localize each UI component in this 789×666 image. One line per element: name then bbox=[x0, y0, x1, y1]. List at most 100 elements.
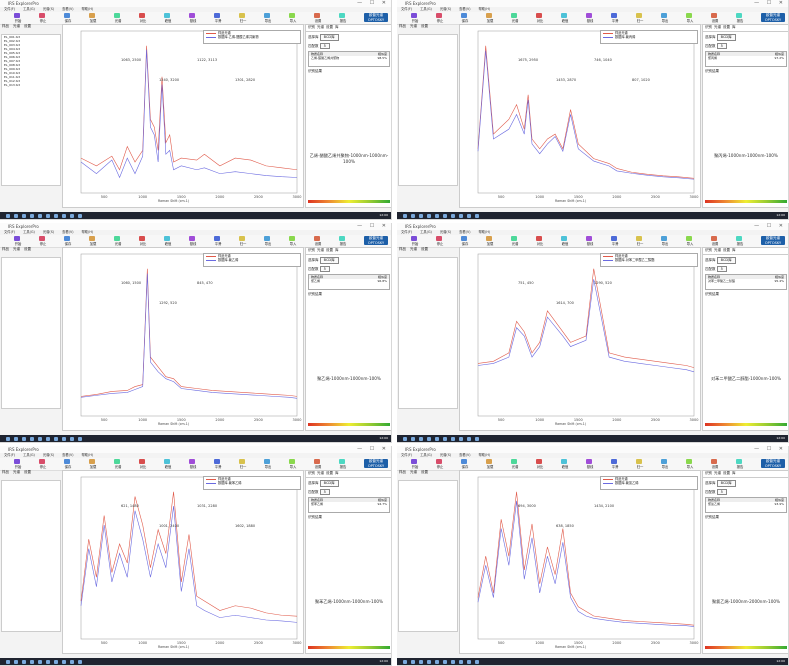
toolbar-button-2[interactable]: 保存 bbox=[54, 236, 82, 246]
taskbar-app-icon[interactable] bbox=[403, 437, 407, 441]
toolbar-button-6[interactable]: 峰值 bbox=[551, 13, 579, 23]
list-item[interactable]: EL_013.txt bbox=[2, 83, 60, 87]
right-tab-1[interactable]: 光谱 bbox=[317, 471, 324, 475]
toolbar-button-5[interactable]: 对比 bbox=[526, 236, 554, 246]
right-tab-2[interactable]: 设置 bbox=[723, 471, 730, 475]
toolbar-button-11[interactable]: 导入 bbox=[676, 236, 704, 246]
window-controls[interactable]: — ☐ ✕ bbox=[357, 446, 389, 453]
right-tab-2[interactable]: 设置 bbox=[723, 248, 730, 252]
toolbar-button-2[interactable]: 保存 bbox=[451, 13, 479, 23]
taskbar-app-icon[interactable] bbox=[419, 214, 423, 218]
toolbar-button-4[interactable]: 光谱 bbox=[104, 13, 132, 23]
menu-item-0[interactable]: 文件(F) bbox=[4, 7, 15, 11]
right-tab-0[interactable]: 识别 bbox=[308, 248, 315, 252]
toolbar-button-11[interactable]: 导入 bbox=[676, 459, 704, 469]
taskbar-app-icon[interactable] bbox=[411, 437, 415, 441]
toolbar-button-12[interactable]: 设置 bbox=[701, 459, 729, 469]
toolbar-button-8[interactable]: 平滑 bbox=[204, 459, 232, 469]
menu-item-4[interactable]: 帮助(H) bbox=[82, 453, 94, 457]
taskbar-app-icon[interactable] bbox=[22, 214, 26, 218]
taskbar-app-icon[interactable] bbox=[427, 660, 431, 664]
toolbar-button-10[interactable]: 导出 bbox=[651, 13, 679, 23]
toolbar-button-8[interactable]: 平滑 bbox=[204, 236, 232, 246]
taskbar-app-icon[interactable] bbox=[54, 214, 58, 218]
toolbar-button-3[interactable]: 加载 bbox=[476, 236, 504, 246]
menu-item-1[interactable]: 工具(G) bbox=[23, 7, 35, 11]
toolbar-button-2[interactable]: 保存 bbox=[54, 459, 82, 469]
toolbar-button-10[interactable]: 导出 bbox=[651, 236, 679, 246]
left-tab-0[interactable]: 样品 bbox=[399, 247, 406, 252]
taskbar-app-icon[interactable] bbox=[70, 437, 74, 441]
table-row[interactable]: 对苯二甲酸乙二醇酯 95.4% bbox=[706, 279, 786, 283]
taskbar-app-icon[interactable] bbox=[451, 214, 455, 218]
right-tab-0[interactable]: 识别 bbox=[705, 471, 712, 475]
toolbar-button-9[interactable]: 归一 bbox=[229, 459, 257, 469]
left-tab-1[interactable]: 光谱 bbox=[410, 247, 417, 252]
left-tab-2[interactable]: 设置 bbox=[421, 24, 428, 29]
library-select[interactable]: BCD库 bbox=[319, 257, 339, 264]
taskbar-app-icon[interactable] bbox=[411, 214, 415, 218]
toolbar-button-10[interactable]: 导出 bbox=[254, 236, 282, 246]
toolbar-button-12[interactable]: 设置 bbox=[304, 459, 332, 469]
toolbar-button-3[interactable]: 加载 bbox=[476, 459, 504, 469]
toolbar-button-12[interactable]: 设置 bbox=[304, 236, 332, 246]
toolbar-button-0[interactable]: 开始 bbox=[401, 459, 429, 469]
toolbar-button-7[interactable]: 基线 bbox=[576, 459, 604, 469]
table-row[interactable]: 聚氯乙烯 93.9% bbox=[706, 502, 786, 506]
toolbar-button-0[interactable]: 开始 bbox=[4, 459, 32, 469]
toolbar-button-6[interactable]: 峰值 bbox=[154, 236, 182, 246]
left-tab-2[interactable]: 设置 bbox=[24, 24, 31, 29]
taskbar-app-icon[interactable] bbox=[62, 214, 66, 218]
taskbar-app-icon[interactable] bbox=[54, 437, 58, 441]
right-tab-3[interactable]: 库 bbox=[335, 471, 339, 475]
left-tab-1[interactable]: 光谱 bbox=[13, 24, 20, 29]
left-tab-0[interactable]: 样品 bbox=[2, 24, 9, 29]
left-tab-2[interactable]: 设置 bbox=[24, 247, 31, 252]
toolbar-button-12[interactable]: 设置 bbox=[304, 13, 332, 23]
toolbar-button-3[interactable]: 加载 bbox=[79, 13, 107, 23]
toolbar-button-13[interactable]: 报告 bbox=[726, 459, 754, 469]
toolbar-button-3[interactable]: 加载 bbox=[476, 13, 504, 23]
library-select[interactable]: BCD库 bbox=[716, 257, 736, 264]
match-count-input[interactable]: 5 bbox=[716, 489, 727, 495]
menu-item-0[interactable]: 文件(F) bbox=[4, 230, 15, 234]
taskbar-app-icon[interactable] bbox=[459, 214, 463, 218]
taskbar-app-icon[interactable] bbox=[419, 660, 423, 664]
spectrum-plot[interactable]: 500 1000 1500 2000 2500 3000 1060, 1500 1292, 5… bbox=[62, 247, 304, 431]
right-tab-3[interactable]: 库 bbox=[335, 248, 339, 252]
taskbar-app-icon[interactable] bbox=[14, 660, 18, 664]
menu-item-3[interactable]: 查看(V) bbox=[459, 453, 470, 457]
taskbar-app-icon[interactable] bbox=[427, 437, 431, 441]
toolbar-button-0[interactable]: 开始 bbox=[4, 236, 32, 246]
taskbar-app-icon[interactable] bbox=[411, 660, 415, 664]
taskbar-app-icon[interactable] bbox=[70, 214, 74, 218]
taskbar-app-icon[interactable] bbox=[30, 660, 34, 664]
toolbar-button-6[interactable]: 峰值 bbox=[154, 459, 182, 469]
taskbar-app-icon[interactable] bbox=[475, 660, 479, 664]
menu-item-0[interactable]: 文件(F) bbox=[401, 453, 412, 457]
menu-item-2[interactable]: 光谱(S) bbox=[440, 453, 451, 457]
right-tab-1[interactable]: 光谱 bbox=[714, 25, 721, 29]
taskbar-app-icon[interactable] bbox=[38, 437, 42, 441]
left-tab-0[interactable]: 样品 bbox=[2, 470, 9, 475]
window-controls[interactable]: — ☐ ✕ bbox=[357, 223, 389, 230]
toolbar-button-3[interactable]: 加载 bbox=[79, 236, 107, 246]
taskbar-app-icon[interactable] bbox=[30, 214, 34, 218]
toolbar-button-4[interactable]: 光谱 bbox=[501, 459, 529, 469]
toolbar-button-12[interactable]: 设置 bbox=[701, 236, 729, 246]
taskbar-app-icon[interactable] bbox=[22, 660, 26, 664]
right-tab-3[interactable]: 库 bbox=[732, 25, 736, 29]
toolbar-button-9[interactable]: 归一 bbox=[626, 459, 654, 469]
menu-item-1[interactable]: 工具(G) bbox=[420, 230, 432, 234]
toolbar-button-9[interactable]: 归一 bbox=[229, 13, 257, 23]
window-controls[interactable]: — ☐ ✕ bbox=[754, 446, 786, 453]
toolbar-button-11[interactable]: 导入 bbox=[676, 13, 704, 23]
menu-item-1[interactable]: 工具(G) bbox=[23, 230, 35, 234]
right-tab-1[interactable]: 光谱 bbox=[714, 471, 721, 475]
toolbar-button-8[interactable]: 平滑 bbox=[204, 13, 232, 23]
toolbar-button-10[interactable]: 导出 bbox=[651, 459, 679, 469]
right-tab-2[interactable]: 设置 bbox=[326, 25, 333, 29]
taskbar-app-icon[interactable] bbox=[459, 660, 463, 664]
toolbar-button-2[interactable]: 保存 bbox=[451, 459, 479, 469]
taskbar-app-icon[interactable] bbox=[78, 437, 82, 441]
